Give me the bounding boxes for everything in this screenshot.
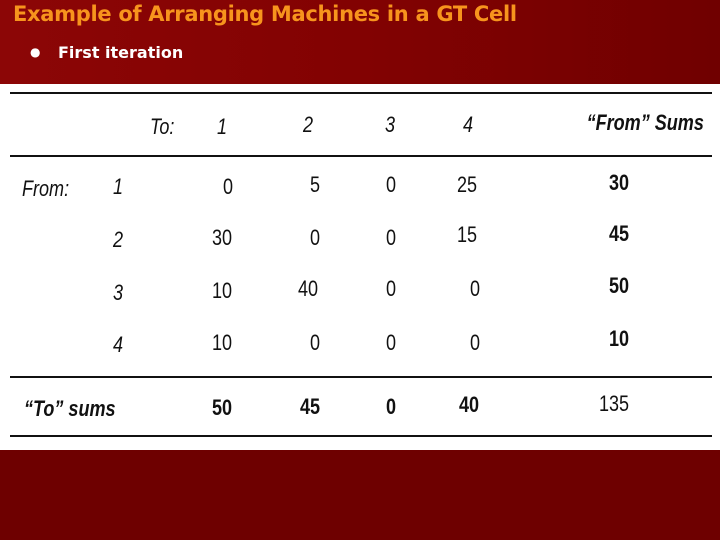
flow-cell: 0: [469, 330, 481, 355]
from-to-chart-table: To: 1 2 3 4 “From” Sums From: 1 0 5 0 25…: [0, 84, 720, 450]
to-sum-cell: 0: [385, 394, 397, 419]
flow-cell: 15: [456, 222, 478, 247]
flow-cell: 0: [385, 276, 397, 301]
flow-cell: 0: [222, 174, 234, 199]
flow-cell: 5: [309, 172, 321, 197]
flow-cell: 0: [309, 330, 321, 355]
from-sum-cell: 30: [608, 170, 630, 195]
from-sums-header: “From” Sums: [586, 110, 704, 135]
bullet-text: First iteration: [58, 42, 184, 62]
bullet-dot-icon: ●: [30, 45, 41, 59]
col-header-2: 2: [302, 112, 314, 137]
grand-total-cell: 135: [598, 391, 630, 416]
flow-cell: 0: [385, 225, 397, 250]
bullet-item: ● First iteration: [30, 40, 183, 64]
flow-cell: 30: [211, 225, 233, 250]
from-sum-cell: 10: [608, 326, 630, 351]
slide-header: Example of Arranging Machines in a GT Ce…: [0, 0, 720, 84]
row-machine: 4: [112, 332, 124, 357]
flow-cell: 0: [309, 225, 321, 250]
header-rule: [10, 155, 712, 157]
bottom-rule: [10, 435, 712, 437]
totals-top-rule: [10, 376, 712, 378]
from-label: From:: [22, 176, 70, 201]
flow-cell: 0: [385, 330, 397, 355]
flow-cell: 0: [385, 172, 397, 197]
col-header-4: 4: [462, 112, 474, 137]
row-machine: 1: [112, 174, 124, 199]
flow-cell: 10: [211, 330, 233, 355]
slide-title: Example of Arranging Machines in a GT Ce…: [13, 2, 517, 26]
row-machine: 2: [112, 227, 124, 252]
top-rule: [10, 92, 712, 94]
to-sums-label: “To” sums: [24, 396, 116, 421]
flow-cell: 25: [456, 172, 478, 197]
row-machine: 3: [112, 280, 124, 305]
flow-cell: 40: [297, 276, 319, 301]
flow-cell: 10: [211, 278, 233, 303]
col-header-1: 1: [216, 114, 228, 139]
from-sum-cell: 45: [608, 221, 630, 246]
to-sum-cell: 50: [211, 395, 233, 420]
flow-cell: 0: [469, 276, 481, 301]
to-sum-cell: 40: [458, 392, 480, 417]
from-sum-cell: 50: [608, 273, 630, 298]
to-sum-cell: 45: [299, 394, 321, 419]
col-header-3: 3: [384, 112, 396, 137]
